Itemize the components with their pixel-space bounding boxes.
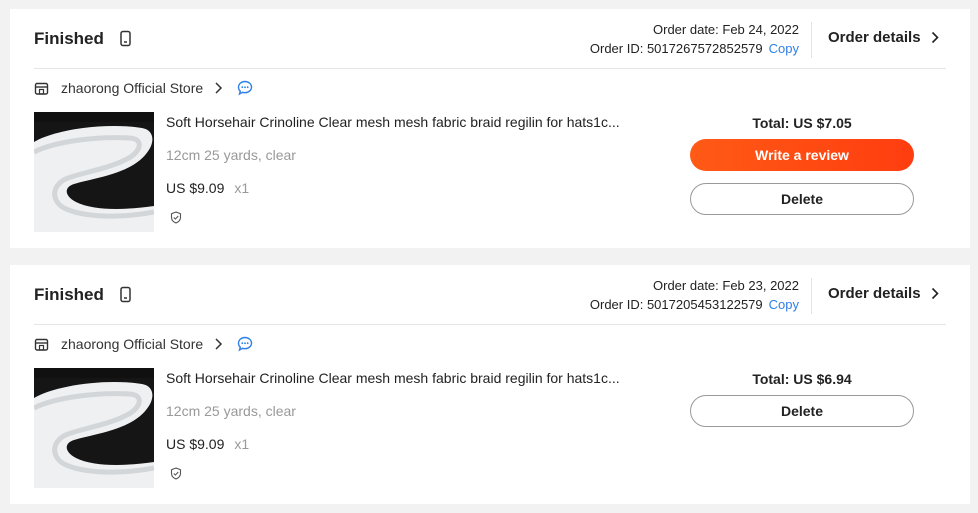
- order-total: Total: US $6.94: [752, 371, 852, 387]
- order-meta: Order date: Feb 24, 2022 Order ID: 50172…: [590, 20, 799, 58]
- chat-icon[interactable]: [237, 336, 253, 352]
- product-price-row: US $9.09 x1: [166, 180, 249, 196]
- delete-button[interactable]: Delete: [690, 183, 914, 215]
- product-price-row: US $9.09 x1: [166, 436, 249, 452]
- order-total: Total: US $7.05: [752, 115, 852, 131]
- delete-button[interactable]: Delete: [690, 395, 914, 427]
- divider: [811, 22, 812, 58]
- order-details-label: Order details: [828, 29, 921, 46]
- store-name[interactable]: zhaorong Official Store: [61, 336, 203, 352]
- product-variant: 12cm 25 yards, clear: [166, 147, 296, 163]
- order-id: Order ID: 5017205453122579: [589, 297, 763, 312]
- product-title[interactable]: Soft Horsehair Crinoline Clear mesh mesh…: [166, 114, 646, 130]
- shield-check-icon: [170, 211, 182, 224]
- store-name[interactable]: zhaorong Official Store: [61, 80, 203, 96]
- chat-icon[interactable]: [237, 80, 253, 96]
- order-details-link[interactable]: Order details: [828, 29, 939, 46]
- store-row: zhaorong Official Store: [34, 80, 253, 96]
- mobile-icon: [120, 30, 131, 47]
- store-icon: [34, 338, 49, 351]
- order-card: Finished Order date: Feb 23, 2022 Order …: [10, 265, 970, 504]
- order-date: Order date: Feb 23, 2022: [653, 278, 799, 293]
- divider: [811, 278, 812, 314]
- product-variant: 12cm 25 yards, clear: [166, 403, 296, 419]
- chevron-right-icon: [931, 287, 939, 300]
- product-price: US $9.09: [166, 180, 225, 196]
- order-details-label: Order details: [828, 285, 921, 302]
- order-card: Finished Order date: Feb 24, 2022 Order …: [10, 9, 970, 248]
- product-image[interactable]: [34, 112, 154, 232]
- product-quantity: x1: [234, 436, 250, 452]
- order-meta: Order date: Feb 23, 2022 Order ID: 50172…: [590, 276, 799, 314]
- order-details-link[interactable]: Order details: [828, 285, 939, 302]
- order-status: Finished: [34, 29, 104, 48]
- product-quantity: x1: [234, 180, 250, 196]
- copy-link[interactable]: Copy: [769, 41, 799, 56]
- order-id: Order ID: 5017267572852579: [589, 41, 763, 56]
- store-icon: [34, 82, 49, 95]
- shield-check-icon: [170, 467, 182, 480]
- product-title[interactable]: Soft Horsehair Crinoline Clear mesh mesh…: [166, 370, 646, 386]
- divider: [34, 68, 946, 69]
- product-price: US $9.09: [166, 436, 225, 452]
- store-row: zhaorong Official Store: [34, 336, 253, 352]
- divider: [34, 324, 946, 325]
- product-image[interactable]: [34, 368, 154, 488]
- order-status: Finished: [34, 285, 104, 304]
- order-date: Order date: Feb 24, 2022: [653, 22, 799, 37]
- write-review-button[interactable]: Write a review: [690, 139, 914, 171]
- mobile-icon: [120, 286, 131, 303]
- chevron-right-icon: [931, 31, 939, 44]
- chevron-right-icon[interactable]: [213, 81, 223, 95]
- chevron-right-icon[interactable]: [213, 337, 223, 351]
- copy-link[interactable]: Copy: [769, 297, 799, 312]
